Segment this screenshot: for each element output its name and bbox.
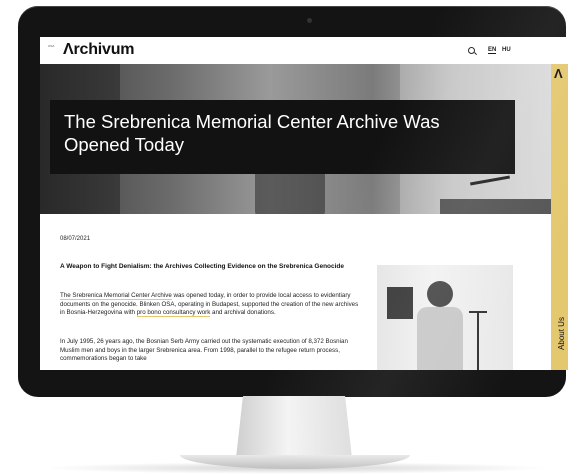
paragraph-1-text-b: and archival donations.: [210, 309, 276, 316]
photo-wall-frame: [387, 287, 413, 319]
site-header: OSA Λrchivum EN HU: [40, 37, 568, 64]
hero-title-box: The Srebrenica Memorial Center Archive W…: [50, 100, 515, 174]
language-en[interactable]: EN: [488, 47, 497, 54]
archivum-logo[interactable]: Λrchivum: [63, 41, 135, 59]
article-date: 08/07/2021: [60, 236, 91, 242]
hero-image: The Srebrenica Memorial Center Archive W…: [40, 64, 551, 214]
memorial-center-link[interactable]: The Srebrenica Memorial Center Archive: [60, 292, 172, 300]
article-photo: [377, 265, 513, 370]
logo-small-text: OSA: [48, 44, 55, 48]
monitor-stand: [236, 396, 352, 458]
photo-speaker-body: [417, 307, 463, 370]
page-title: The Srebrenica Memorial Center Archive W…: [64, 111, 440, 155]
article: 08/07/2021 A Weapon to Fight Denialism: …: [40, 214, 551, 370]
photo-microphone-stand: [477, 313, 479, 370]
about-us-link[interactable]: About Us: [557, 317, 566, 350]
article-paragraph-1: The Srebrenica Memorial Center Archive w…: [60, 292, 360, 318]
search-icon[interactable]: [468, 47, 475, 54]
language-hu[interactable]: HU: [502, 47, 511, 53]
camera-icon: [307, 18, 312, 23]
hero-photo-table: [440, 199, 551, 214]
screen: OSA Λrchivum EN HU The Srebrenica Memori…: [40, 37, 568, 370]
photo-speaker-head: [427, 281, 453, 307]
pro-bono-link[interactable]: pro bono consultancy work: [136, 309, 211, 317]
article-paragraph-2: In July 1995, 26 years ago, the Bosnian …: [60, 338, 348, 362]
article-headline: A Weapon to Fight Denialism: the Archive…: [60, 263, 345, 270]
side-panel[interactable]: Λ About Us: [551, 64, 568, 370]
sidebar-logo-mark[interactable]: Λ: [554, 66, 563, 81]
